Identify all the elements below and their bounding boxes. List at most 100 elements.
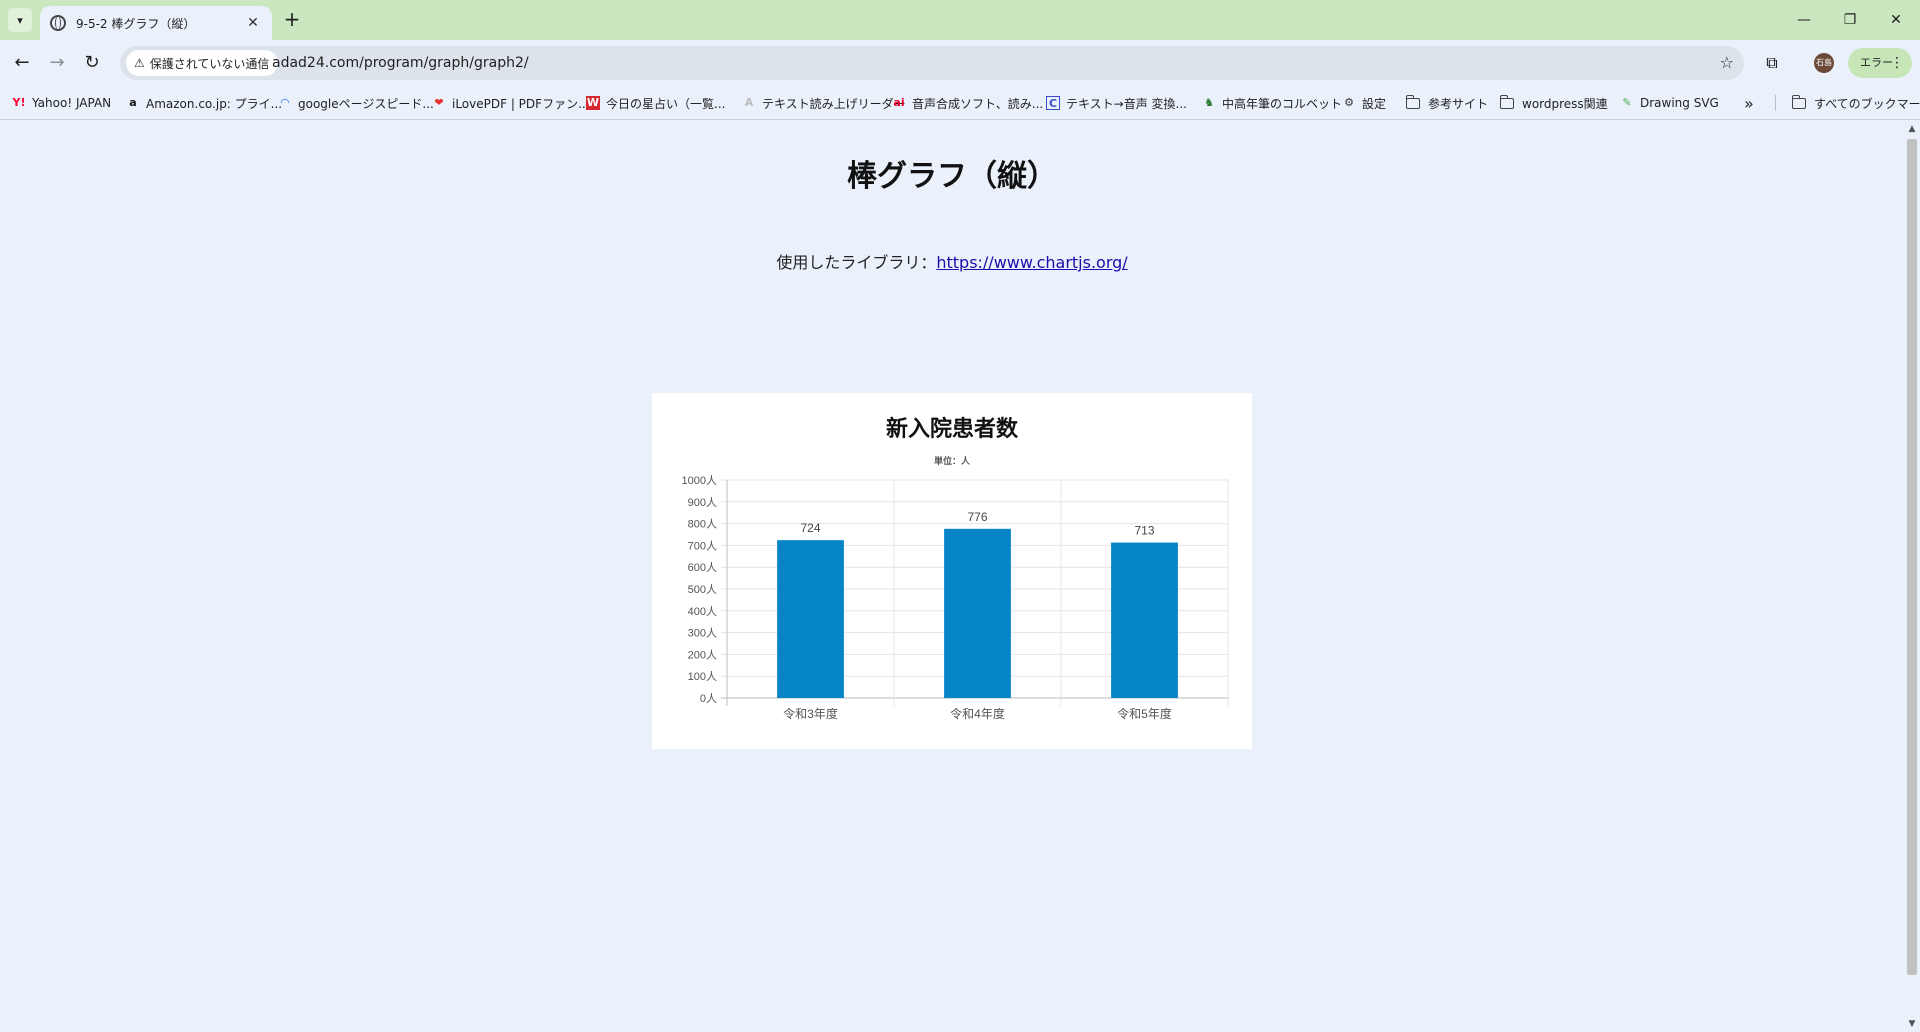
corvette-icon: ♞ — [1204, 96, 1214, 109]
pagespeed-icon: ◠ — [280, 96, 290, 109]
bar-value-label: 713 — [1134, 524, 1154, 538]
browser-toolbar: ← → ↻ ⚠ 保護されていない通信 adad24.com/program/gr… — [0, 40, 1920, 86]
more-bookmarks-chevron-icon[interactable]: » — [1744, 86, 1754, 120]
new-tab-button[interactable]: + — [280, 8, 304, 32]
warning-triangle-icon: ⚠ — [134, 56, 145, 70]
bookmark-label: すべてのブックマーク — [1814, 96, 1920, 111]
x-tick-label: 令和4年度 — [950, 706, 1005, 721]
chart-subtitle: 単位：人 — [934, 455, 971, 466]
kebab-menu-icon: ⋮ — [1890, 55, 1904, 71]
bookmark-tts-reader[interactable]: A テキスト読み上げリーダー — [742, 86, 906, 120]
page-title: 棒グラフ（縦） — [847, 159, 1057, 194]
tab-strip: ▾ 9-5-2 棒グラフ（縦） ✕ + — ❐ ✕ — [0, 0, 1920, 40]
horoscope-icon: W — [586, 96, 600, 110]
bar-value-label: 724 — [800, 521, 820, 535]
bookmark-amazon[interactable]: a Amazon.co.jp: プライ... — [126, 86, 282, 120]
bookmark-star-icon[interactable]: ☆ — [1720, 46, 1734, 80]
chart-title: 新入院患者数 — [886, 416, 1019, 441]
bar — [944, 528, 1011, 698]
scroll-down-arrow-icon[interactable]: ▼ — [1904, 1016, 1920, 1032]
y-tick-label: 900人 — [688, 496, 717, 509]
y-tick-label: 400人 — [688, 605, 717, 618]
library-link[interactable]: https://www.chartjs.org/ — [936, 253, 1127, 272]
bookmark-label: 音声合成ソフト、読み... — [912, 96, 1044, 111]
bookmark-label: 今日の星占い（一覧... — [606, 96, 726, 111]
chart-bars — [777, 528, 1178, 698]
converter-icon: C — [1046, 96, 1060, 110]
y-tick-label: 200人 — [688, 648, 717, 661]
back-arrow-icon[interactable]: ← — [8, 49, 36, 77]
tab-search-chevron-icon[interactable]: ▾ — [8, 8, 32, 32]
bookmark-label: テキスト読み上げリーダー — [762, 96, 906, 111]
yahoo-icon: Y! — [12, 96, 26, 109]
bookmark-label: Drawing SVG — [1640, 96, 1719, 110]
bar — [777, 540, 844, 698]
tab-title: 9-5-2 棒グラフ（縦） — [76, 16, 196, 31]
restore-icon[interactable]: ❐ — [1830, 6, 1870, 34]
bookmark-yahoo[interactable]: Y! Yahoo! JAPAN — [12, 86, 112, 120]
y-tick-label: 1000人 — [682, 474, 717, 487]
chart-labels: 0人 100人 200人 300人 400人 500人 600人 700人 800人 900人 10… — [682, 474, 1172, 721]
amazon-icon: a — [129, 96, 137, 109]
bookmarks-divider — [1775, 95, 1776, 111]
bookmarks-bar: Y! Yahoo! JAPAN a Amazon.co.jp: プライ... ◠… — [0, 86, 1920, 120]
bookmark-corvette[interactable]: ♞ 中高年筆のコルベット — [1202, 86, 1342, 120]
folder-icon — [1791, 94, 1806, 109]
error-menu-button[interactable]: エラー ⋮ — [1848, 48, 1912, 78]
svg-drawing-icon: ✎ — [1622, 96, 1632, 109]
y-tick-label: 700人 — [688, 539, 717, 552]
bookmark-drawing-svg[interactable]: ✎ Drawing SVG — [1620, 86, 1719, 120]
y-tick-label: 100人 — [688, 670, 717, 683]
bookmark-ilovepdf[interactable]: ❤ iLovePDF | PDFファン... — [432, 86, 590, 120]
profile-avatar[interactable]: 石島 — [1814, 53, 1834, 73]
bar — [1111, 542, 1178, 698]
bookmark-pagespeed[interactable]: ◠ googleページスピード... — [278, 86, 434, 120]
security-label: 保護されていない通信 — [149, 56, 270, 71]
close-window-icon[interactable]: ✕ — [1876, 6, 1916, 34]
reload-icon[interactable]: ↻ — [78, 49, 106, 77]
bookmark-label: 設定 — [1362, 96, 1387, 111]
bookmark-label: Amazon.co.jp: プライ... — [146, 96, 283, 111]
address-bar[interactable]: ⚠ 保護されていない通信 adad24.com/program/graph/gr… — [120, 46, 1744, 80]
forward-arrow-icon[interactable]: → — [43, 49, 71, 77]
bookmark-folder-wordpress[interactable]: wordpress関連 — [1499, 86, 1608, 120]
bookmark-settings[interactable]: ⚙ 設定 — [1342, 86, 1386, 120]
bookmark-label: googleページスピード... — [298, 96, 434, 111]
all-bookmarks-folder[interactable]: すべてのブックマーク — [1791, 86, 1920, 120]
bookmark-label: 中高年筆のコルベット — [1222, 96, 1343, 111]
page-scrollbar[interactable]: ▲ ▼ — [1904, 121, 1920, 1032]
bookmark-label: テキスト→音声 変換... — [1066, 96, 1187, 111]
close-tab-icon[interactable]: ✕ — [244, 14, 262, 32]
scroll-up-arrow-icon[interactable]: ▲ — [1904, 121, 1920, 137]
gear-icon: ⚙ — [1344, 96, 1354, 109]
bookmark-horoscope[interactable]: W 今日の星占い（一覧... — [586, 86, 725, 120]
url-text[interactable]: adad24.com/program/graph/graph2/ — [272, 46, 529, 80]
bookmark-label: 参考サイト — [1428, 96, 1489, 111]
folder-icon — [1499, 94, 1514, 109]
y-tick-label: 600人 — [688, 561, 717, 574]
bookmark-ai-voice[interactable]: ai 音声合成ソフト、読み... — [892, 86, 1043, 120]
bookmark-folder-reference[interactable]: 参考サイト — [1405, 86, 1489, 120]
scroll-thumb[interactable] — [1907, 139, 1917, 975]
folder-icon — [1405, 94, 1420, 109]
security-chip[interactable]: ⚠ 保護されていない通信 — [126, 50, 279, 76]
bookmark-label: iLovePDF | PDFファン... — [452, 96, 590, 111]
bar-chart: 新入院患者数 単位：人 0人 100人 200人 300人 400人 500人 600人 70… — [682, 416, 1229, 721]
error-label: エラー — [1860, 56, 1893, 69]
y-tick-label: 500人 — [688, 583, 717, 596]
bookmark-label: Yahoo! JAPAN — [32, 96, 112, 110]
x-tick-label: 令和3年度 — [783, 706, 838, 721]
y-tick-label: 800人 — [688, 518, 717, 531]
library-line: 使用したライブラリ：https://www.chartjs.org/ — [0, 249, 1904, 273]
minimize-icon[interactable]: — — [1784, 6, 1824, 34]
bar-value-label: 776 — [967, 510, 987, 524]
page-content: 棒グラフ（縦） 使用したライブラリ：https://www.chartjs.or… — [0, 121, 1904, 1032]
library-prefix: 使用したライブラリ： — [776, 253, 937, 272]
extensions-puzzle-icon[interactable]: ⧉ — [1758, 49, 1786, 77]
active-tab[interactable]: 9-5-2 棒グラフ（縦） ✕ — [40, 6, 272, 40]
bookmark-converter[interactable]: C テキスト→音声 変換... — [1046, 86, 1187, 120]
tts-reader-icon: A — [744, 96, 754, 109]
globe-icon — [50, 15, 66, 31]
ilovepdf-icon: ❤ — [434, 96, 444, 109]
y-tick-label: 0人 — [700, 692, 717, 705]
